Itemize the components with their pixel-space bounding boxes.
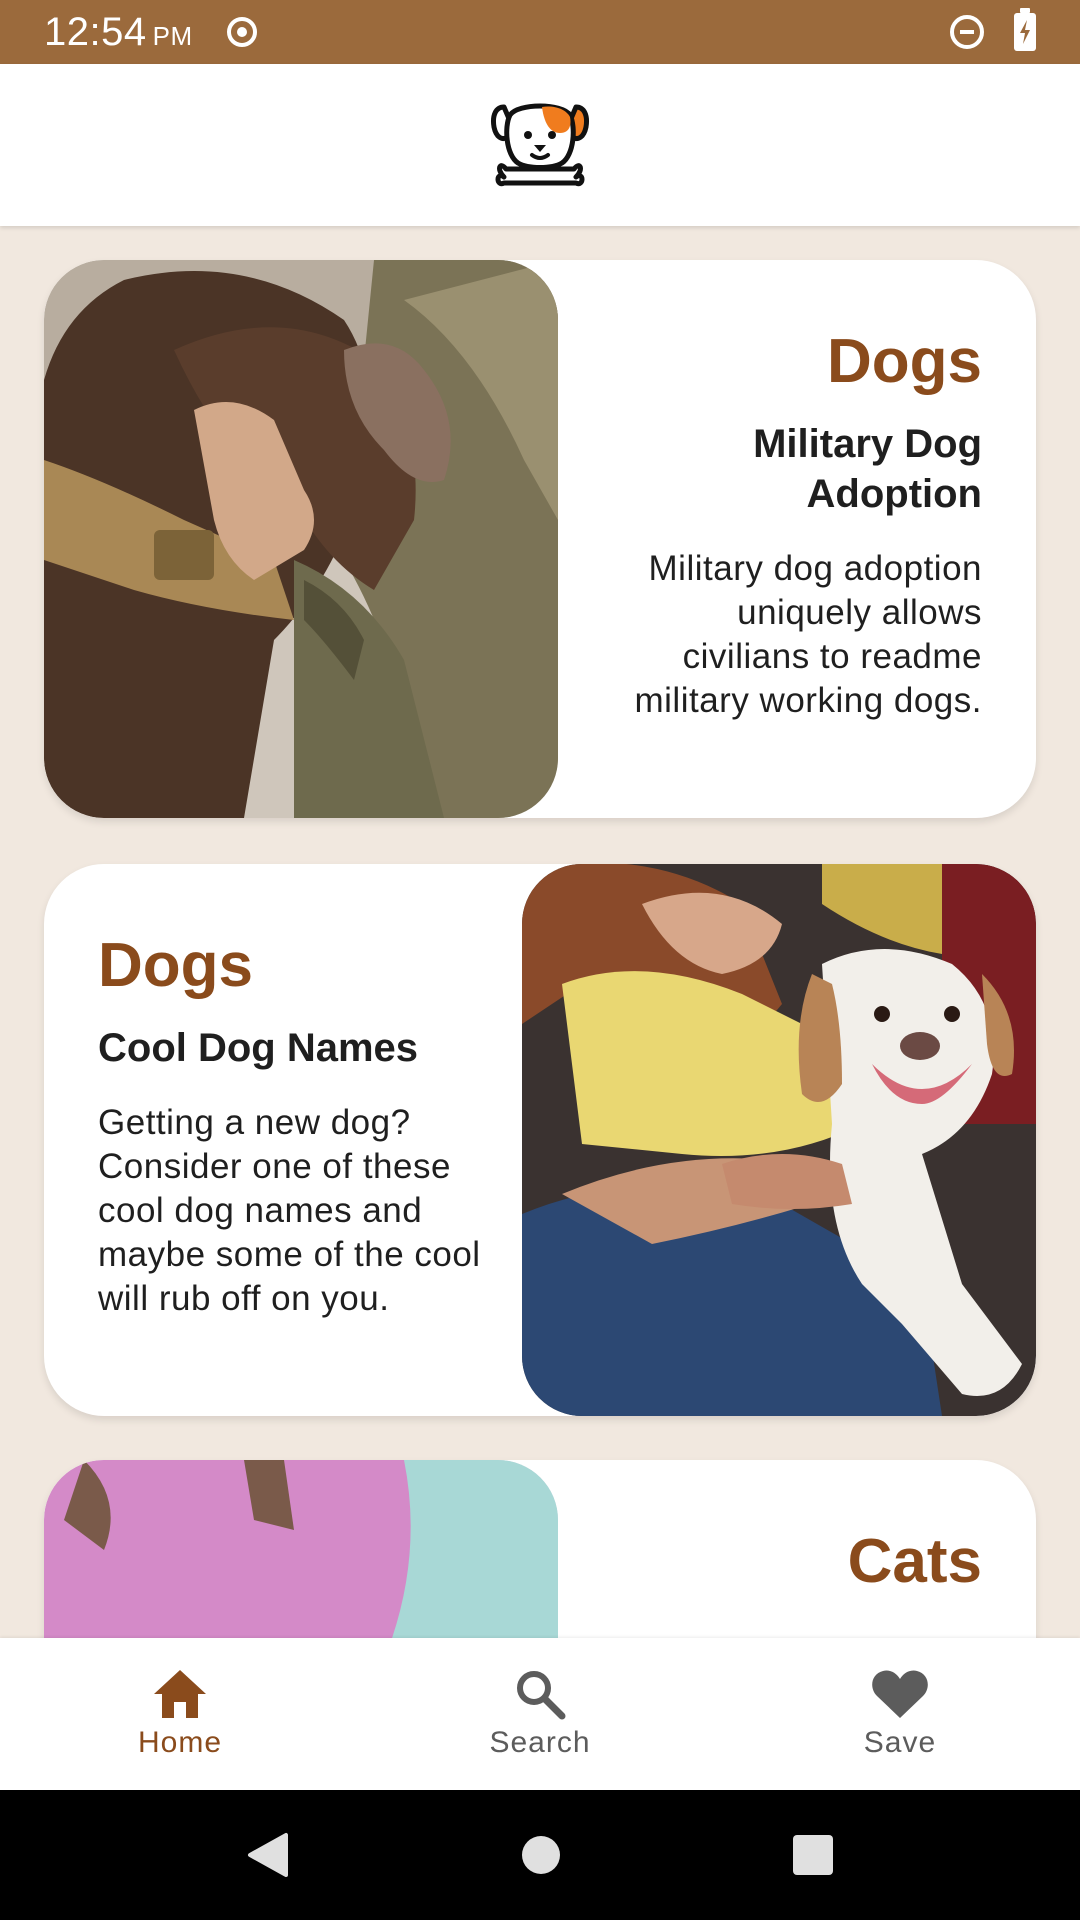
home-circle-icon[interactable] — [521, 1835, 561, 1875]
article-card[interactable]: Dogs Military Dog Adoption Military dog … — [44, 260, 1036, 818]
record-indicator-icon — [226, 17, 257, 47]
nav-save-label: Save — [863, 1726, 937, 1759]
search-icon — [517, 1671, 566, 1720]
article-text: Cats — [604, 1460, 982, 1638]
article-description: Getting a new dog? Consider one of these… — [98, 1103, 481, 1318]
article-title[interactable]: Cool Dog Names — [98, 1023, 498, 1073]
status-bar: 12:54 PM — [0, 0, 1080, 64]
article-card[interactable]: Dogs Cool Dog Names Getting a new dog? C… — [44, 864, 1036, 1416]
article-text: Dogs Military Dog Adoption Military dog … — [604, 260, 983, 818]
article-text: Dogs Cool Dog Names Getting a new dog? C… — [98, 864, 498, 1416]
article-title[interactable]: Military Dog Adoption — [604, 419, 982, 519]
do-not-disturb-icon — [950, 15, 984, 49]
article-description: Military dog adoption uniquely allows ci… — [634, 549, 982, 720]
nav-search[interactable]: Search — [390, 1668, 690, 1760]
dog-logo-icon[interactable] — [490, 97, 590, 193]
heart-icon — [872, 1670, 928, 1718]
nav-search-label: Search — [489, 1726, 591, 1759]
recents-icon[interactable] — [792, 1834, 834, 1876]
back-icon[interactable] — [246, 1831, 290, 1879]
app-header — [0, 64, 1080, 226]
article-category: Dogs — [98, 931, 253, 1000]
article-image — [44, 260, 558, 818]
article-feed[interactable]: Dogs Military Dog Adoption Military dog … — [0, 228, 1080, 1638]
article-card[interactable]: Cats — [44, 1460, 1036, 1638]
article-image — [522, 864, 1036, 1416]
status-time-value: 12:54 — [44, 9, 147, 54]
nav-home-label: Home — [137, 1726, 223, 1759]
bottom-navigation: Home Search Save — [0, 1638, 1080, 1790]
status-time-ampm: PM — [152, 20, 193, 51]
article-image — [44, 1460, 558, 1638]
battery-charging-icon — [1014, 8, 1036, 51]
nav-home[interactable]: Home — [30, 1668, 330, 1760]
home-icon — [154, 1670, 206, 1718]
status-time: 12:54 PM — [44, 10, 193, 55]
nav-save[interactable]: Save — [750, 1668, 1050, 1760]
article-category: Cats — [847, 1527, 982, 1596]
article-category: Dogs — [827, 327, 982, 396]
system-navigation-bar — [0, 1790, 1080, 1920]
